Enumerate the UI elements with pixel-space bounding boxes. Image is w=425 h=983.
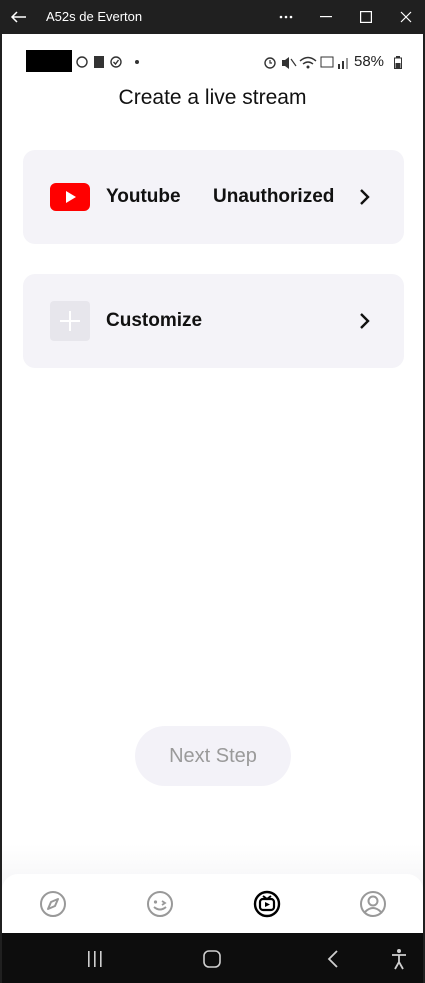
close-icon[interactable] [386,0,425,34]
status-bar: 58% [2,34,423,74]
home-icon[interactable] [199,946,225,972]
customize-option-label: Customize [106,310,203,331]
android-navigation-bar [2,933,423,983]
minimize-icon[interactable] [306,0,346,34]
youtube-option-card[interactable]: Youtube Unauthorized [23,150,404,244]
back-icon[interactable] [320,946,346,972]
notification-icons [74,52,154,72]
next-step-button[interactable]: Next Step [135,726,291,786]
back-arrow-icon[interactable] [8,6,30,28]
bottom-tab-bar [2,874,423,933]
redacted-block [26,50,72,72]
explore-icon[interactable] [37,888,69,920]
plus-icon [50,301,90,341]
accessibility-icon[interactable] [386,946,412,972]
page-title: Create a live stream [118,86,307,109]
battery-icon [394,56,402,69]
youtube-icon [50,181,90,213]
more-options-icon[interactable] [266,0,306,34]
system-status-icons: 58% [262,52,412,72]
chevron-right-icon [356,187,372,207]
phone-screen: 58% Create a live stream Youtube Unautho… [2,34,423,933]
battery-percentage: 58% [354,53,385,70]
maximize-icon[interactable] [346,0,386,34]
emoji-icon[interactable] [144,888,176,920]
youtube-option-label: Youtube [106,186,181,207]
customize-option-card[interactable]: Customize [23,274,404,368]
window-title-bar: A52s de Everton [0,0,425,34]
authorization-status: Unauthorized [213,186,335,207]
profile-icon[interactable] [357,888,389,920]
recent-apps-icon[interactable] [82,946,108,972]
live-icon[interactable] [251,888,283,920]
window-title: A52s de Everton [46,9,143,24]
chevron-right-icon [356,311,372,331]
